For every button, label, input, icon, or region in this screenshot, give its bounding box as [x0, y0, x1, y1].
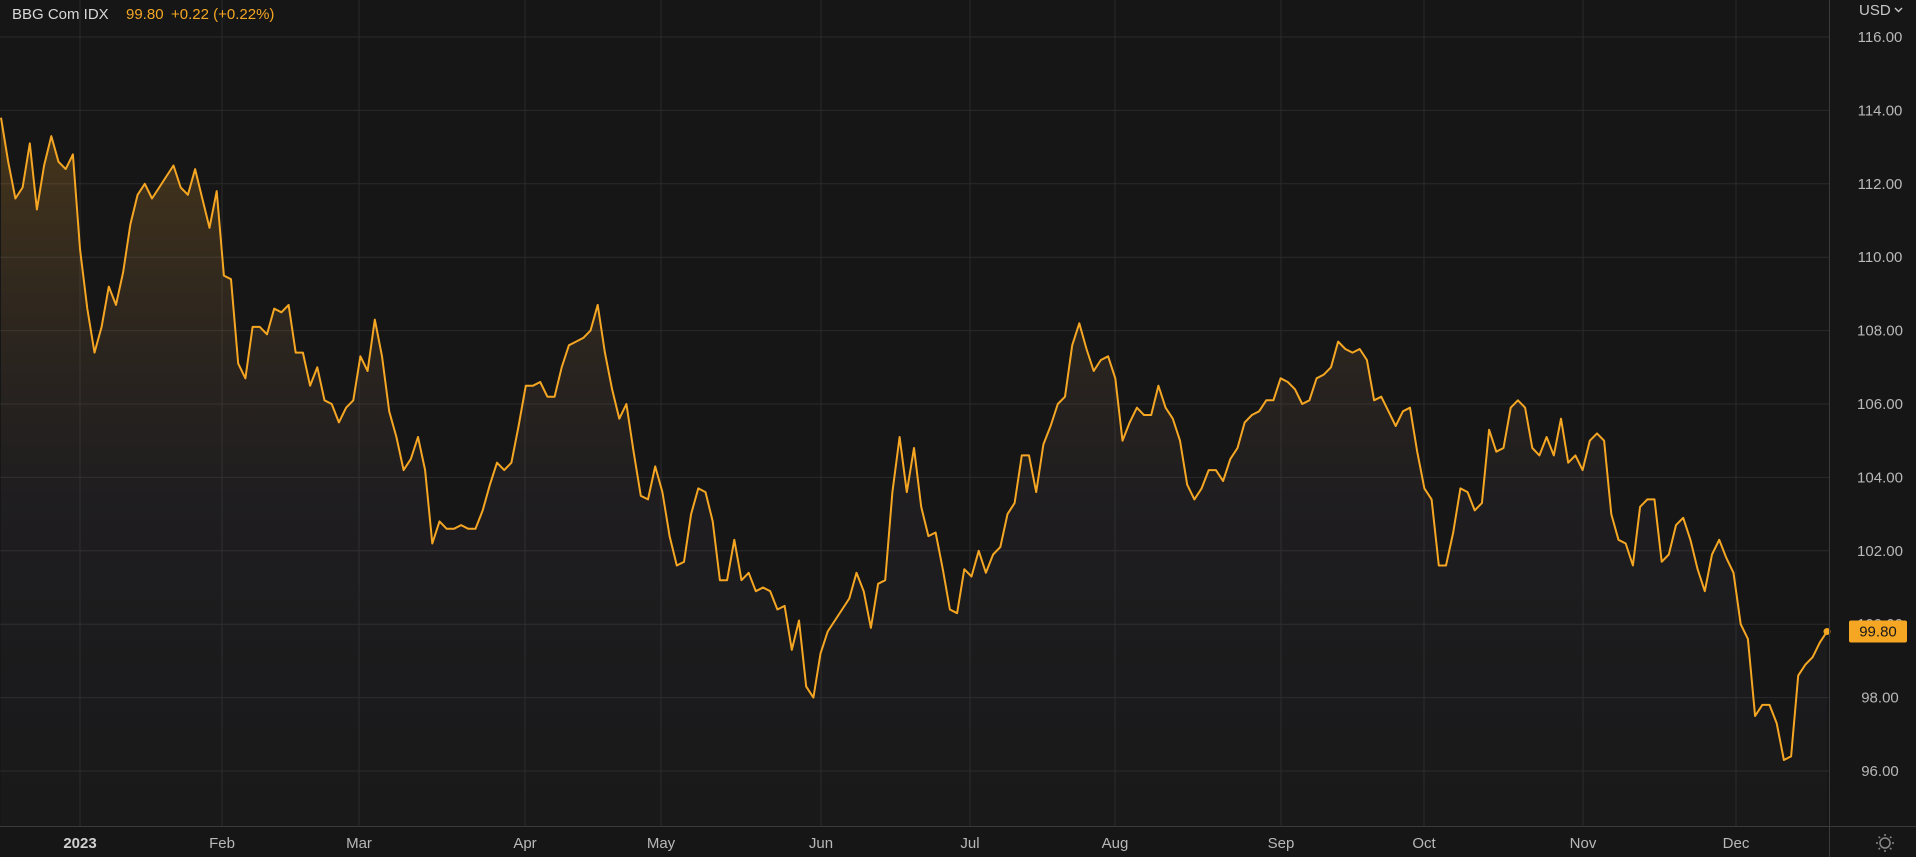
y-tick-label: 110.00	[1858, 249, 1903, 266]
x-tick-label: Feb	[209, 835, 235, 852]
legend-change: +0.22 (+0.22%)	[171, 6, 274, 23]
x-axis: 2023 Feb Mar Apr May Jun Jul Aug Sep Oct Nov Dec	[0, 826, 1916, 852]
x-tick-label: Dec	[1723, 835, 1750, 852]
legend-last-value: 99.80	[126, 6, 164, 23]
x-tick-label: May	[647, 835, 676, 852]
series-area	[1, 117, 1827, 826]
chevron-down-icon	[1894, 7, 1903, 13]
legend-series-name: BBG Com IDX	[12, 6, 109, 23]
x-tick-label: Aug	[1102, 835, 1129, 852]
y-tick-label: 96.00	[1861, 763, 1899, 780]
x-tick-label: Mar	[346, 835, 372, 852]
area-fill	[1, 117, 1827, 826]
y-tick-label: 106.00	[1857, 396, 1903, 413]
last-price-badge: 99.80	[1849, 620, 1907, 643]
y-tick-label: 108.00	[1857, 323, 1903, 340]
currency-selector[interactable]: USD	[1859, 2, 1903, 19]
settings-sun-icon[interactable]	[1876, 834, 1894, 852]
y-tick-label: 116.00	[1858, 29, 1903, 46]
y-axis: 116.00 114.00 112.00 110.00 108.00 106.00 104.…	[1829, 0, 1903, 857]
x-tick-label: Oct	[1412, 835, 1436, 852]
currency-label: USD	[1859, 2, 1891, 19]
price-chart[interactable]: 116.00 114.00 112.00 110.00 108.00 106.00 104.…	[0, 0, 1916, 857]
y-tick-label: 112.00	[1858, 176, 1903, 193]
x-tick-label: Apr	[513, 835, 536, 852]
y-tick-label: 102.00	[1857, 543, 1903, 560]
x-tick-label: Jun	[809, 835, 833, 852]
y-tick-label: 98.00	[1861, 690, 1899, 707]
y-tick-label: 104.00	[1857, 469, 1903, 486]
y-tick-label: 114.00	[1858, 102, 1903, 119]
x-tick-label: Sep	[1268, 835, 1295, 852]
chart-container: 116.00 114.00 112.00 110.00 108.00 106.00 104.…	[0, 0, 1916, 857]
last-price-badge-text: 99.80	[1859, 624, 1897, 641]
x-tick-label: Jul	[960, 835, 979, 852]
x-tick-label: Nov	[1570, 835, 1597, 852]
x-tick-label: 2023	[63, 835, 96, 852]
